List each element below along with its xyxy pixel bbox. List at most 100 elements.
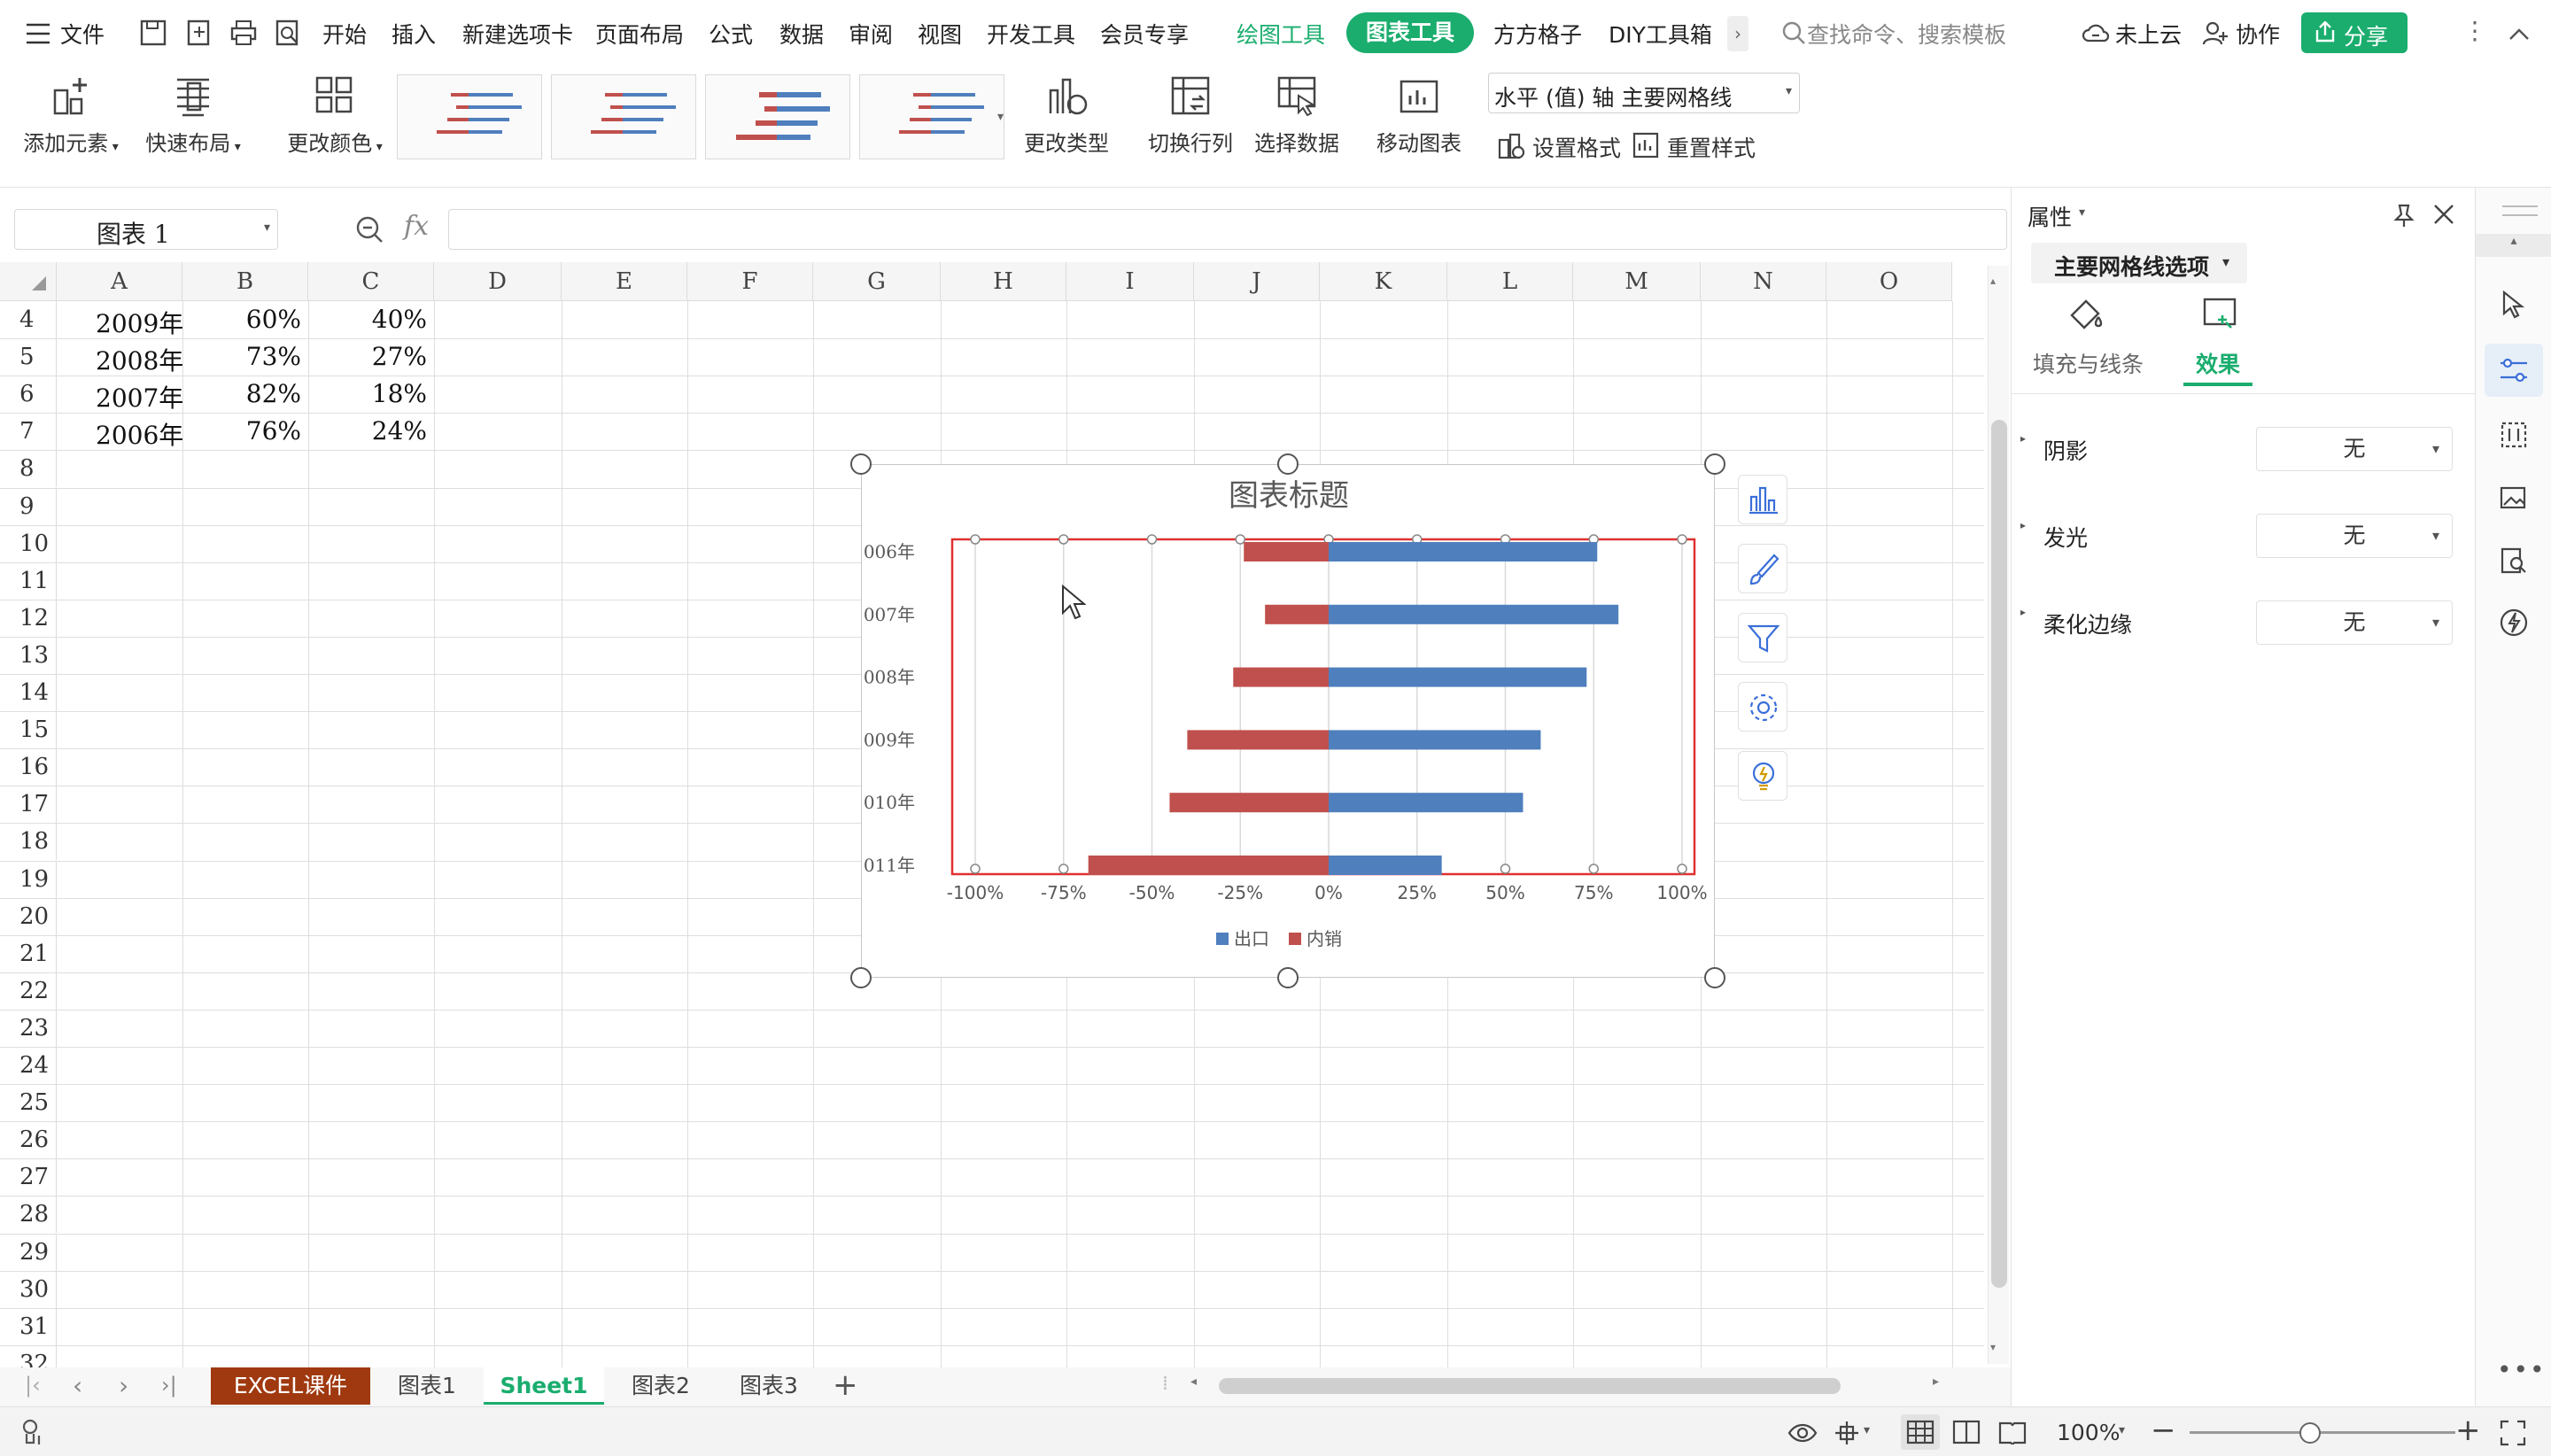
tab-developer[interactable]: 开发工具 [987, 18, 1075, 50]
zoom-in-icon[interactable]: + [2455, 1413, 2481, 1448]
cell-A4[interactable]: 2009年 [96, 305, 183, 340]
row-header-13[interactable]: 13 [0, 636, 57, 674]
tab-chart-tools[interactable]: 图表工具 [1346, 12, 1475, 53]
more-options-icon[interactable]: ⋮ [2462, 16, 2487, 45]
row-header-20[interactable]: 20 [0, 897, 57, 935]
lightning-icon[interactable] [2499, 608, 2529, 638]
vertical-scroll-track[interactable]: ▴ ▾ [1988, 266, 2009, 1364]
menu-icon[interactable] [25, 21, 51, 46]
bar-domestic-3[interactable] [1187, 730, 1329, 750]
row-header-18[interactable]: 18 [0, 823, 57, 861]
row-header-19[interactable]: 19 [0, 860, 57, 898]
print-preview-icon[interactable] [273, 18, 303, 48]
prev-sheet-icon[interactable]: ‹ [73, 1371, 82, 1400]
column-header-B[interactable]: B [182, 262, 308, 301]
column-header-D[interactable]: D [434, 262, 562, 301]
bar-export-1[interactable] [1329, 604, 1619, 624]
chart-title[interactable]: 图表标题 [1229, 478, 1349, 514]
row-header-15[interactable]: 15 [0, 711, 57, 749]
row-header-29[interactable]: 29 [0, 1233, 57, 1271]
column-header-A[interactable]: A [57, 262, 182, 301]
bar-export-2[interactable] [1329, 667, 1587, 687]
bar-domestic-4[interactable] [1169, 793, 1329, 813]
cell-B4[interactable]: 60% [186, 305, 301, 334]
cell-C7[interactable]: 24% [312, 416, 427, 445]
gridline-handle[interactable] [1146, 534, 1158, 545]
tab-data[interactable]: 数据 [779, 18, 824, 50]
chart-style-4[interactable] [859, 74, 1004, 159]
cell-B5[interactable]: 73% [186, 342, 301, 371]
horizontal-scroll-thumb[interactable] [1219, 1378, 1841, 1394]
first-sheet-icon[interactable]: |‹ [25, 1373, 41, 1398]
legend-label-domestic[interactable]: 内销 [1307, 928, 1342, 949]
tab-effect[interactable]: 效果 [2183, 296, 2252, 386]
eye-protect-icon[interactable] [1787, 1421, 1818, 1444]
gridline-handle[interactable] [1058, 864, 1069, 874]
select-pointer-icon[interactable] [2499, 289, 2529, 319]
cell-B7[interactable]: 76% [186, 416, 301, 445]
tab-formula[interactable]: 公式 [709, 18, 753, 50]
plot-area[interactable]: -100% -75% -50% -25% 0% 25% 50% 75% 100% 2006年 200… [852, 534, 1708, 949]
cell-A6[interactable]: 2007年 [96, 379, 183, 414]
scroll-right-icon[interactable]: ▸ [1933, 1375, 1939, 1389]
chart-resize-handle-bottom[interactable] [1277, 967, 1299, 988]
property-panel-toggle[interactable] [2485, 344, 2543, 397]
zoom-out-icon[interactable]: − [2151, 1413, 2176, 1448]
row-header-21[interactable]: 21 [0, 934, 57, 972]
zoom-formula-icon[interactable] [354, 214, 384, 244]
row-header-23[interactable]: 23 [0, 1009, 57, 1047]
change-type-button[interactable]: 更改类型 [1020, 73, 1113, 157]
row-header-6[interactable]: 6 [0, 376, 57, 414]
bar-domestic-1[interactable] [1265, 604, 1329, 624]
bar-domestic-0[interactable] [1244, 542, 1329, 561]
column-header-F[interactable]: F [687, 262, 813, 301]
gridline-handle[interactable] [970, 534, 981, 545]
tab-fill-line[interactable]: 填充与线条 [2033, 296, 2144, 384]
quick-layout-button[interactable]: 快速布局 ▾ [142, 73, 244, 157]
tab-member[interactable]: 会员专享 [1100, 18, 1189, 50]
zoom-slider-track[interactable] [2190, 1431, 2455, 1434]
row-header-26[interactable]: 26 [0, 1121, 57, 1159]
add-sheet-icon[interactable]: + [833, 1367, 858, 1403]
column-header-C[interactable]: C [308, 262, 434, 301]
column-header-G[interactable]: G [813, 262, 941, 301]
tab-diy[interactable]: DIY工具箱 [1609, 18, 1712, 50]
column-header-M[interactable]: M [1573, 262, 1701, 301]
chart-ideas-side-button[interactable] [1738, 751, 1787, 801]
tabs-more-icon[interactable]: › [1727, 16, 1748, 51]
search-icon[interactable] [1780, 19, 1807, 46]
panel-title-caret-icon[interactable]: ▾ [2079, 205, 2085, 220]
soft-edge-select[interactable]: 无 ▾ [2256, 600, 2453, 645]
chart-elements-side-button[interactable] [1738, 475, 1787, 524]
chart-settings-side-button[interactable] [1738, 682, 1787, 732]
formula-input[interactable] [448, 209, 2007, 250]
zoom-level[interactable]: 100% [2057, 1420, 2120, 1445]
panel-row-shadow[interactable]: ▸ 阴影 无 ▾ [2012, 422, 2476, 475]
collab-button[interactable]: 协作 [2236, 18, 2280, 50]
row-header-11[interactable]: 11 [0, 561, 57, 600]
chart-resize-handle-bottom-right[interactable] [1704, 967, 1725, 988]
sheet-tab-chart2[interactable]: 图表2 [609, 1367, 712, 1405]
tab-view[interactable]: 视图 [918, 18, 962, 50]
column-header-K[interactable]: K [1320, 262, 1447, 301]
row-header-16[interactable]: 16 [0, 748, 57, 786]
gridline-handle[interactable] [1235, 534, 1245, 545]
switch-rowcol-button[interactable]: 切换行列 [1144, 73, 1237, 157]
row-header-10[interactable]: 10 [0, 524, 57, 562]
pin-icon[interactable] [2391, 202, 2417, 228]
add-element-button[interactable]: 添加元素 ▾ [19, 73, 122, 157]
change-color-button[interactable]: 更改颜色 ▾ [282, 73, 388, 157]
cell-A7[interactable]: 2006年 [96, 416, 183, 452]
vertical-scroll-thumb[interactable] [1991, 420, 2007, 1288]
tab-fangfang[interactable]: 方方格子 [1493, 18, 1582, 50]
bar-export-0[interactable] [1329, 542, 1598, 561]
row-header-30[interactable]: 30 [0, 1270, 57, 1308]
panel-section-select[interactable]: 主要网格线选项 ▾ [2031, 243, 2247, 283]
scroll-left-icon[interactable]: ◂ [1190, 1375, 1197, 1389]
focus-mode-icon[interactable] [1832, 1420, 1862, 1446]
row-header-17[interactable]: 17 [0, 786, 57, 824]
save-icon[interactable] [138, 18, 168, 48]
focus-mode-caret-icon[interactable]: ▾ [1864, 1423, 1870, 1437]
last-sheet-icon[interactable]: ›| [161, 1373, 177, 1398]
scroll-down-icon[interactable]: ▾ [1990, 1341, 1996, 1353]
